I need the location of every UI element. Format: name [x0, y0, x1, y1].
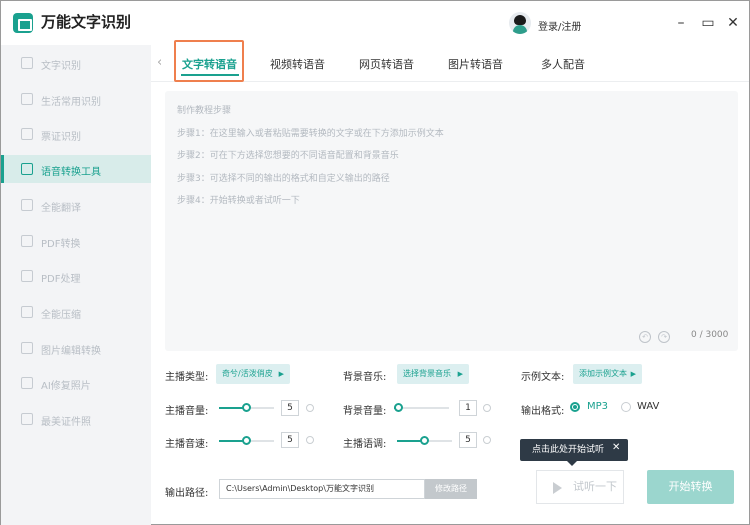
- id-photo-icon: [21, 413, 33, 425]
- caret-right-icon: ▶: [457, 370, 463, 378]
- sample-text-button[interactable]: 添加示例文本 ▶: [573, 364, 642, 384]
- image-edit-icon: [21, 342, 33, 354]
- tab-multi-voice[interactable]: 多人配音: [541, 56, 585, 72]
- pdf-process-icon: [21, 270, 33, 282]
- close-icon[interactable]: ✕: [612, 442, 620, 453]
- slider-thumb[interactable]: [420, 436, 429, 445]
- pitch-label: 主播语调:: [343, 439, 387, 450]
- avatar[interactable]: [509, 12, 531, 34]
- preview-button[interactable]: 试听一下: [536, 470, 624, 504]
- format-wav-label[interactable]: WAV: [637, 401, 659, 412]
- format-label: 输出格式:: [521, 406, 565, 417]
- caret-right-icon: ▶: [278, 370, 284, 378]
- sidebar-item-translate[interactable]: 全能翻译: [1, 191, 151, 219]
- sidebar-item-pdf-process[interactable]: PDF处理: [1, 262, 151, 290]
- bgm-label: 背景音乐:: [343, 372, 387, 383]
- spin-dot-icon[interactable]: [306, 404, 314, 412]
- sidebar-item-pdf-convert[interactable]: PDF转换: [1, 227, 151, 255]
- highlight-box: [174, 40, 244, 82]
- speed-label: 主播音速:: [165, 439, 209, 450]
- tutorial-step-4: 步骤4：开始转换或者试听一下: [177, 196, 300, 206]
- tab-image-to-speech[interactable]: 图片转语音: [448, 56, 503, 72]
- close-icon[interactable]: ✕: [725, 15, 741, 31]
- voice-type-select[interactable]: 奇兮/活泼俏皮 ▶: [216, 364, 290, 384]
- format-wav-radio[interactable]: [621, 402, 631, 412]
- minimize-icon[interactable]: –: [673, 15, 689, 31]
- maximize-icon[interactable]: ▭: [700, 15, 716, 31]
- bg-volume-value[interactable]: 1: [459, 400, 477, 416]
- chevron-left-icon[interactable]: ‹: [157, 55, 162, 70]
- slider-thumb[interactable]: [242, 403, 251, 412]
- char-counter: 0 / 3000: [691, 330, 729, 340]
- scan-icon: [21, 93, 33, 105]
- text-ocr-icon: [21, 57, 33, 69]
- sidebar-item-ticket-ocr[interactable]: 票证识别: [1, 120, 151, 148]
- format-mp3-label[interactable]: MP3: [587, 401, 608, 412]
- photo-repair-icon: [21, 377, 33, 389]
- pitch-value[interactable]: 5: [459, 432, 477, 448]
- speed-value[interactable]: 5: [281, 432, 299, 448]
- tooltip-arrow: [567, 461, 577, 466]
- redo-icon[interactable]: ↷: [658, 331, 670, 343]
- volume-slider[interactable]: [219, 401, 274, 415]
- start-convert-button[interactable]: 开始转换: [647, 470, 734, 504]
- sidebar-item-image-edit[interactable]: 图片编辑转换: [1, 334, 151, 362]
- text-editor[interactable]: 制作教程步骤 步骤1：在这里输入或者粘贴需要转换的文字或在下方添加示例文本 步骤…: [165, 91, 738, 351]
- sample-label: 示例文本:: [521, 372, 565, 383]
- translate-icon: [21, 199, 33, 211]
- volume-label: 主播音量:: [165, 406, 209, 417]
- caret-right-icon: ▶: [630, 370, 636, 378]
- tutorial-step-2: 步骤2：可在下方选择您想要的不同语音配置和背景音乐: [177, 151, 399, 161]
- tutorial-step-3: 步骤3：可选择不同的输出的格式和自定义输出的路径: [177, 174, 390, 184]
- sidebar-item-ai-repair[interactable]: AI修复照片: [1, 369, 151, 397]
- sidebar-item-text-ocr[interactable]: 文字识别: [1, 49, 151, 77]
- modify-path-button[interactable]: 修改路径: [425, 479, 477, 499]
- tab-web-to-speech[interactable]: 网页转语音: [359, 56, 414, 72]
- sidebar-item-id-photo[interactable]: 最美证件照: [1, 405, 151, 433]
- ticket-icon: [21, 128, 33, 140]
- bg-volume-slider[interactable]: [394, 401, 449, 415]
- sidebar: 文字识别 生活常用识别 票证识别 语音转换工具 全能翻译 PDF转换 PDF处理…: [1, 45, 151, 525]
- volume-value[interactable]: 5: [281, 400, 299, 416]
- sidebar-item-voice-tools[interactable]: 语音转换工具: [1, 155, 151, 183]
- bg-volume-label: 背景音量:: [343, 406, 387, 417]
- login-link[interactable]: 登录/注册: [538, 18, 581, 33]
- sidebar-item-compress[interactable]: 全能压缩: [1, 298, 151, 326]
- pdf-convert-icon: [21, 235, 33, 247]
- undo-icon[interactable]: ↶: [639, 331, 651, 343]
- compress-icon: [21, 306, 33, 318]
- tab-video-to-speech[interactable]: 视频转语音: [270, 56, 325, 72]
- output-path-input[interactable]: C:\Users\Admin\Desktop\万能文字识别: [219, 479, 425, 499]
- spin-dot-icon[interactable]: [483, 404, 491, 412]
- play-icon: [553, 482, 562, 494]
- app-logo-icon: [13, 13, 33, 33]
- spin-dot-icon[interactable]: [306, 436, 314, 444]
- app-title: 万能文字识别: [41, 13, 132, 31]
- voice-type-label: 主播类型:: [165, 372, 209, 383]
- tutorial-title: 制作教程步骤: [177, 106, 232, 116]
- format-mp3-radio[interactable]: [570, 402, 580, 412]
- voice-icon: [21, 163, 33, 175]
- sidebar-item-daily-ocr[interactable]: 生活常用识别: [1, 85, 151, 113]
- speed-slider[interactable]: [219, 434, 274, 448]
- slider-thumb[interactable]: [394, 403, 403, 412]
- bgm-select[interactable]: 选择背景音乐 ▶: [397, 364, 469, 384]
- tutorial-step-1: 步骤1：在这里输入或者粘贴需要转换的文字或在下方添加示例文本: [177, 129, 444, 139]
- pitch-slider[interactable]: [397, 434, 452, 448]
- slider-thumb[interactable]: [242, 436, 251, 445]
- output-path-label: 输出路径:: [165, 488, 209, 499]
- spin-dot-icon[interactable]: [483, 436, 491, 444]
